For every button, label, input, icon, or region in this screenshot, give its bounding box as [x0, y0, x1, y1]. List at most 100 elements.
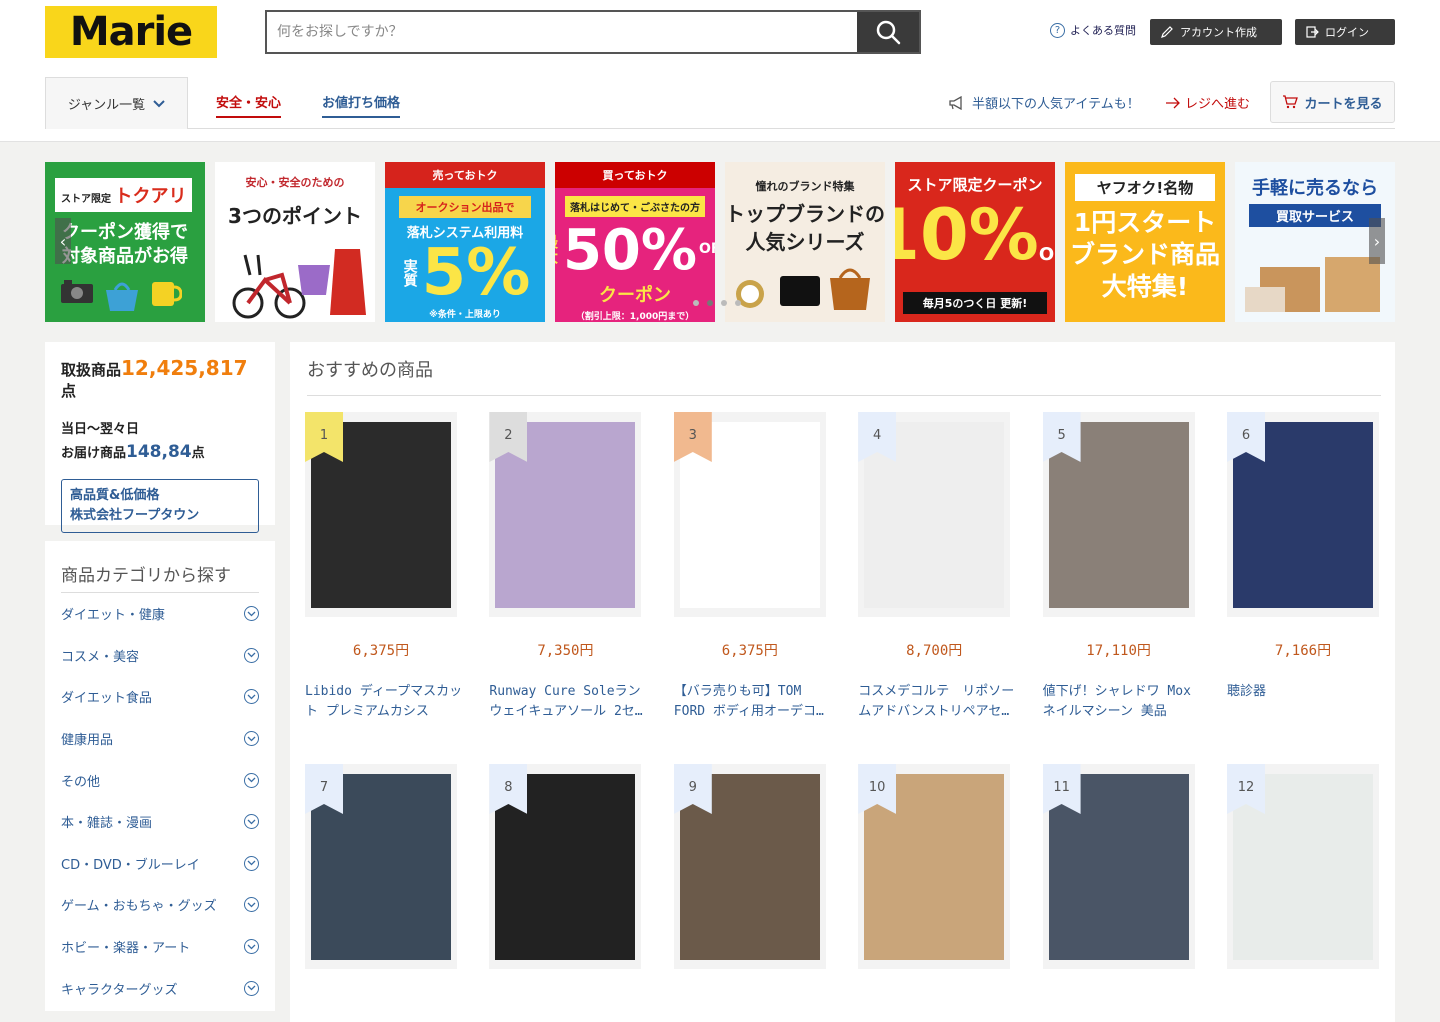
- chevron-down-icon[interactable]: [244, 814, 259, 830]
- banner-tag: ストア限定 トクアリ: [55, 178, 193, 212]
- megaphone-icon: [949, 95, 962, 110]
- category-item[interactable]: キャラクターグッズ: [61, 967, 259, 1009]
- category-item[interactable]: ダイエット・健康: [61, 593, 259, 635]
- banner-sell-discount[interactable]: 売っておトク オークション出品で 落札システム利用料 実質 5% ※条件・上限あ…: [385, 162, 545, 322]
- pencil-icon: [1161, 26, 1173, 38]
- category-item[interactable]: ゲーム・おもちゃ・グッズ: [61, 884, 259, 926]
- faq-label: よくある質問: [1070, 24, 1136, 37]
- product-image-frame: 11: [1042, 764, 1195, 969]
- product-price: 8,700円: [906, 643, 963, 659]
- create-account-button[interactable]: アカウント作成: [1150, 19, 1282, 45]
- banner-footer: 毎月5のつく日 更新!: [903, 292, 1047, 314]
- banner-one-yen[interactable]: ヤフオク!名物 1円スタート ブランド商品 大特集!: [1065, 162, 1225, 322]
- banner-line2: 買取サービス: [1249, 204, 1381, 227]
- product-name-link[interactable]: 値下げ！シャレドワ Mox ネイルマシーン 美品: [1043, 682, 1203, 722]
- promo-label: 半額以下の人気アイテムも！: [972, 97, 1140, 112]
- chevron-down-icon[interactable]: [244, 897, 259, 913]
- carousel-dot[interactable]: [721, 300, 727, 306]
- banner-carousel: ストア限定 トクアリ クーポン獲得で 対象商品がお得 安心・安全のための 3つの…: [45, 162, 1395, 322]
- promo-link[interactable]: 半額以下の人気アイテムも！: [948, 93, 1140, 112]
- banner-head: 売っておトク: [385, 162, 545, 188]
- banner-line2: トップブランドの: [725, 202, 885, 226]
- category-label: 本・雑誌・漫画: [61, 816, 153, 832]
- category-label: ホビー・楽器・アート: [61, 941, 191, 957]
- stats-panel: 取扱商品12,425,817点 当日～翌々日 お届け商品148,84点 高品質&…: [45, 342, 275, 533]
- chevron-down-icon[interactable]: [244, 772, 259, 788]
- banner-line3: 人気シリーズ: [745, 230, 865, 254]
- arrow-right-icon: [1166, 97, 1180, 108]
- shop-link[interactable]: 高品質&低価格 株式会社フープタウン: [61, 479, 259, 533]
- banner-line1: クーポン: [599, 285, 671, 306]
- product-image-frame: 3: [673, 412, 826, 617]
- cart-label: カートを見る: [1304, 96, 1383, 112]
- recommended-title: おすすめの商品: [307, 360, 433, 381]
- brand-goods-icon: [736, 268, 870, 310]
- product-name-link[interactable]: Libido ディープマスカット プレミアムカシス: [305, 682, 465, 722]
- chevron-down-icon[interactable]: [244, 855, 259, 871]
- site-header: Marie ? よくある質問 アカウント作成 ログイン ジャンル一覧 安全・安心…: [0, 0, 1440, 142]
- product-image-frame: 9: [673, 764, 826, 969]
- product-price: 7,350円: [537, 643, 594, 659]
- category-label: ゲーム・おもちゃ・グッズ: [61, 899, 217, 915]
- banner-store-coupon[interactable]: ストア限定クーポン 10% OFF 毎月5のつく日 更新!: [895, 162, 1055, 322]
- banner-note: ※条件・上限あり: [429, 310, 501, 320]
- category-item[interactable]: コスメ・美容: [61, 635, 259, 677]
- checkout-link[interactable]: レジへ進む: [1165, 93, 1250, 112]
- banner-buy-coupon[interactable]: 買っておトク 落札はじめて・ごぶさたの方 最大 50% OFF クーポン （割引…: [555, 162, 715, 322]
- product-name-link[interactable]: コスメデコルテ リポソームアドバンストリペアセラム: [858, 682, 1018, 722]
- banner-top-brands[interactable]: 憧れのブランド特集 トップブランドの 人気シリーズ: [725, 162, 885, 322]
- category-item[interactable]: 健康用品: [61, 718, 259, 760]
- checkout-label: レジへ進む: [1185, 97, 1251, 112]
- product-name-link[interactable]: 聴診器: [1227, 682, 1387, 702]
- view-cart-button[interactable]: カートを見る: [1270, 81, 1395, 123]
- carousel-prev-button[interactable]: ‹: [55, 218, 71, 264]
- carousel-dots: [693, 300, 741, 306]
- divider: [307, 395, 1381, 396]
- carousel-dot[interactable]: [707, 300, 713, 306]
- product-image-frame: 10: [858, 764, 1011, 969]
- tab-safety[interactable]: 安全・安心: [216, 92, 282, 118]
- recommended-panel: おすすめの商品 1 6,375円 Libido ディープマスカット プレミアムカシス…: [290, 342, 1395, 1022]
- category-item[interactable]: ホビー・楽器・アート: [61, 926, 259, 968]
- banner-safety-points[interactable]: 安心・安全のための 3つのポイント: [215, 162, 375, 322]
- banner-line1: ストア限定クーポン: [907, 176, 1043, 194]
- search-button[interactable]: [857, 12, 919, 52]
- cart-icon: [1283, 95, 1299, 109]
- banner-tag-big: トクアリ: [114, 186, 187, 207]
- banner-off: OFF: [1038, 244, 1055, 265]
- category-item[interactable]: 本・雑誌・漫画: [61, 801, 259, 843]
- category-item[interactable]: その他: [61, 759, 259, 801]
- box-icon: [1245, 257, 1380, 312]
- search-input[interactable]: [267, 12, 857, 52]
- carousel-dot[interactable]: [693, 300, 699, 306]
- chevron-down-icon[interactable]: [244, 731, 259, 747]
- category-item[interactable]: CD・DVD・ブルーレイ: [61, 843, 259, 885]
- banner-band: オークション出品で: [399, 196, 531, 218]
- cup-icon: [152, 282, 182, 306]
- genre-menu-button[interactable]: ジャンル一覧: [45, 77, 188, 129]
- product-name-link[interactable]: Runway Cure Soleランウェイキュアソール 2セット: [489, 682, 649, 722]
- shop-line2: 株式会社フープタウン: [70, 508, 200, 523]
- chevron-down-icon: [153, 99, 165, 107]
- banner-line4: 大特集!: [1101, 272, 1189, 301]
- banner-tag-small: ストア限定: [61, 194, 111, 205]
- category-list: ダイエット・健康 コスメ・美容 ダイエット食品 健康用品 その他本・雑誌・漫画 CD・DV…: [61, 593, 259, 1009]
- chevron-down-icon[interactable]: [244, 939, 259, 955]
- category-item[interactable]: ダイエット食品: [61, 676, 259, 718]
- carousel-next-button[interactable]: ›: [1369, 218, 1385, 264]
- category-label: CD・DVD・ブルーレイ: [61, 857, 200, 873]
- faq-link[interactable]: ? よくある質問: [1050, 22, 1136, 38]
- chevron-down-icon[interactable]: [244, 689, 259, 705]
- chevron-down-icon[interactable]: [244, 647, 259, 663]
- banner-line2: 1円スタート: [1073, 208, 1217, 237]
- chevron-down-icon[interactable]: [244, 980, 259, 996]
- product-image-frame: 2: [489, 412, 642, 617]
- tab-value-price[interactable]: お値打ち価格: [322, 92, 401, 118]
- product-name-link[interactable]: 【バラ売りも可】TOM FORD ボディ用オーデコロン: [674, 682, 834, 722]
- carousel-dot[interactable]: [735, 300, 741, 306]
- banner-side: 最大: [555, 234, 559, 264]
- login-button[interactable]: ログイン: [1295, 19, 1395, 45]
- site-logo[interactable]: Marie: [45, 6, 217, 58]
- banner-line3: ブランド商品: [1069, 240, 1220, 269]
- chevron-down-icon[interactable]: [244, 606, 259, 622]
